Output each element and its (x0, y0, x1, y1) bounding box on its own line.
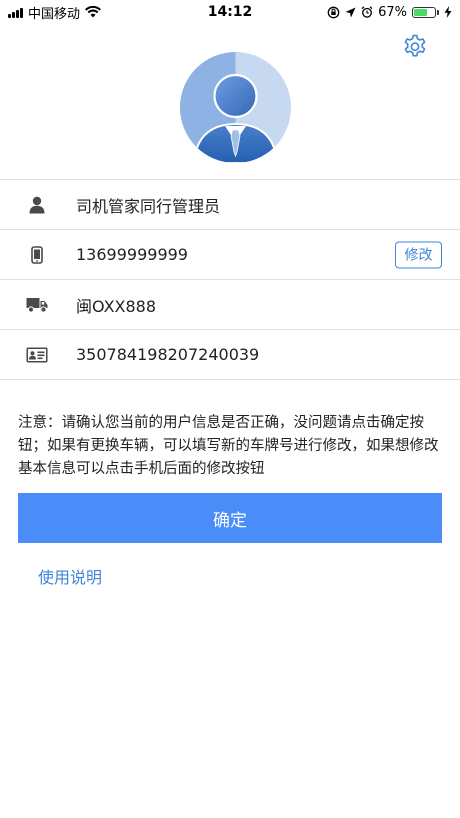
carrier-label: 中国移动 (28, 6, 81, 22)
person-icon (26, 194, 48, 216)
truck-icon (26, 294, 48, 316)
status-bar: 中国移动 14:12 67% (0, 0, 460, 24)
confirm-button[interactable]: 确定 (18, 493, 442, 543)
phone-number: 13699999999 (76, 245, 188, 264)
wifi-icon (85, 6, 102, 18)
battery-icon (412, 6, 439, 18)
status-left: 中国移动 (8, 3, 102, 22)
notice-text: 注意：请确认您当前的用户信息是否正确，没问题请点击确定按钮；如果有更换车辆，可以… (18, 415, 439, 477)
battery-percent: 67% (378, 4, 407, 20)
alarm-icon (361, 6, 373, 18)
user-name: 司机管家同行管理员 (76, 196, 221, 216)
avatar (180, 52, 291, 163)
screen: 中国移动 14:12 67% 司机管家同行管理员 13699999999 修改 … (0, 0, 460, 818)
orientation-lock-icon (327, 6, 340, 18)
status-time: 14:12 (207, 4, 253, 20)
plate-row: 闽OXX888 (0, 280, 460, 330)
id-row: 350784198207240039 (0, 330, 460, 380)
location-icon (345, 7, 356, 17)
gear-icon (404, 34, 426, 57)
settings-button[interactable] (401, 33, 429, 61)
signal-icon (8, 7, 23, 18)
id-number: 350784198207240039 (76, 345, 260, 364)
license-plate: 闽OXX888 (76, 296, 157, 316)
edit-phone-button[interactable]: 修改 (395, 241, 442, 268)
phone-row: 13699999999 修改 (0, 230, 460, 280)
status-right: 67% (327, 5, 452, 20)
charging-icon (444, 6, 452, 18)
phone-icon (26, 244, 48, 266)
name-row: 司机管家同行管理员 (0, 180, 460, 230)
usage-instructions-link[interactable]: 使用说明 (38, 564, 102, 588)
id-card-icon (26, 344, 48, 366)
user-info-list: 司机管家同行管理员 13699999999 修改 闽OXX888 3507841… (0, 179, 460, 380)
